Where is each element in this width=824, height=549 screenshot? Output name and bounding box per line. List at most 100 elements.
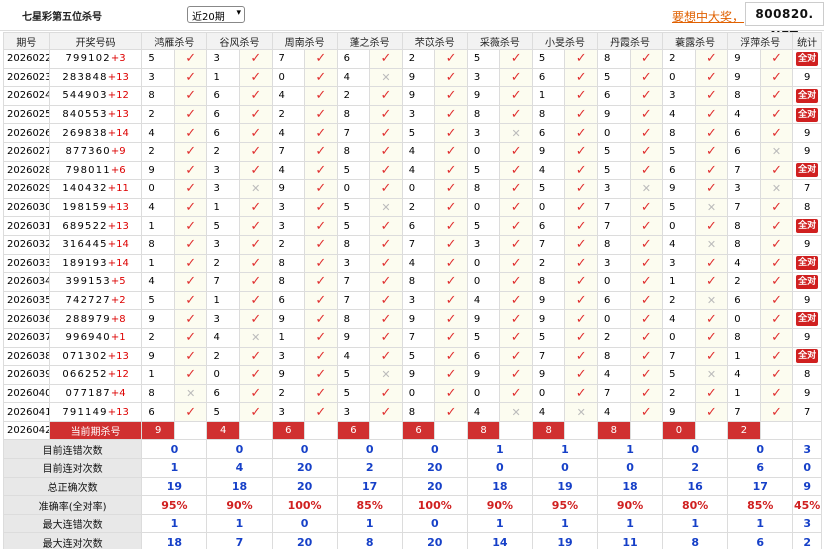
check-icon: ✓ <box>640 51 652 67</box>
kill-result-cell: ✓ <box>304 309 338 329</box>
period-cell: 2026031 <box>3 216 50 236</box>
stats-value: 3 <box>792 439 822 460</box>
kill-value-cell: 2 <box>531 253 566 274</box>
kill-value-cell: 0 <box>466 197 501 218</box>
kill-result-cell: ✓ <box>499 383 533 404</box>
kill-result-cell: ✓ <box>564 272 599 292</box>
kill-value-cell: 1 <box>141 216 175 236</box>
check-icon: ✓ <box>445 311 457 327</box>
check-icon: ✓ <box>705 88 717 104</box>
kill-value-cell: 2 <box>336 86 371 106</box>
current-kill-cell: 6 <box>336 420 371 441</box>
check-icon: ✓ <box>315 144 327 160</box>
kill-result-cell: ✓ <box>304 104 338 125</box>
check-icon: ✓ <box>771 367 782 383</box>
table-row: 2026036 288979+8 9 ✓ 3 ✓ 9 ✓ 8 ✓ 9 ✓ 9 ✓ 9 ✓ 0 ✓ 4 ✓ 0 ✓ 全对 <box>3 309 822 329</box>
kill-result-cell: ✓ <box>434 402 468 422</box>
check-icon: ✓ <box>640 162 652 178</box>
check-icon: ✓ <box>250 162 262 178</box>
kill-value-cell: 2 <box>271 234 306 255</box>
kill-value-cell: 4 <box>271 123 306 143</box>
period-select[interactable]: 近20期 ▾ <box>187 6 245 23</box>
stats-value: 20 <box>271 476 338 497</box>
kill-value-cell: 1 <box>662 272 696 292</box>
check-icon: ✓ <box>771 404 782 420</box>
check-icon: ✓ <box>575 88 587 104</box>
kill-result-cell: ✓ <box>434 216 468 236</box>
table-row: 2026034 399153+5 4 ✓ 7 ✓ 8 ✓ 7 ✓ 8 ✓ 0 ✓ 8 ✓ 0 ✓ 1 ✓ 2 ✓ 全对 <box>3 272 822 292</box>
kill-result-cell: ✓ <box>759 49 794 69</box>
draw-sum: +11 <box>107 183 129 195</box>
check-icon: ✓ <box>705 404 717 420</box>
kill-value-cell: 8 <box>662 123 696 143</box>
stats-value: 9 <box>792 476 822 497</box>
kill-value-cell: 5 <box>141 290 175 311</box>
stats-value: 16 <box>662 476 729 497</box>
kill-value-cell: 8 <box>727 216 761 236</box>
kill-result-cell: ✓ <box>434 160 468 181</box>
kill-result-cell: ✓ <box>499 104 533 125</box>
kill-result-cell: ✓ <box>173 253 208 274</box>
check-icon: ✓ <box>445 348 457 364</box>
table-row: 2026035 742727+2 5 ✓ 1 ✓ 6 ✓ 7 ✓ 3 ✓ 4 ✓ 9 ✓ 6 ✓ 2 ✕ 6 ✓ 9 <box>3 290 822 311</box>
check-icon: ✓ <box>510 255 522 271</box>
period-cell: 2026028 <box>3 160 50 181</box>
cross-icon: ✕ <box>771 182 782 196</box>
table-row: 2026039 066252+12 1 ✓ 0 ✓ 9 ✓ 5 ✕ 9 ✓ 9 ✓ 9 ✓ 4 ✓ 5 ✕ 4 ✓ 8 <box>3 365 822 385</box>
kill-result-cell: ✓ <box>694 67 729 88</box>
stats-value: 2 <box>792 532 822 549</box>
kill-result-cell: ✕ <box>759 179 794 199</box>
all-correct-badge: 全对 <box>796 274 819 289</box>
draw-number-cell: 798011+6 <box>48 160 143 181</box>
kill-result-cell: ✓ <box>369 272 403 292</box>
check-icon: ✓ <box>510 385 522 401</box>
check-icon: ✓ <box>705 162 717 178</box>
stats-value: 85% <box>727 495 794 515</box>
check-icon: ✓ <box>575 348 587 364</box>
kill-result-cell: ✓ <box>239 216 273 236</box>
kill-value-cell: 4 <box>662 309 696 329</box>
column-header: 期号 <box>3 32 50 50</box>
kill-value-cell: 6 <box>727 141 761 162</box>
kill-value-cell: 3 <box>206 160 240 181</box>
kill-result-cell: ✓ <box>499 290 533 311</box>
kill-result-cell: ✓ <box>239 290 273 311</box>
stats-label: 总正确次数 <box>2 476 143 497</box>
kill-result-cell: ✓ <box>434 365 468 385</box>
check-icon: ✓ <box>315 181 327 197</box>
all-correct-badge: 全对 <box>796 107 819 122</box>
kill-value-cell: 5 <box>597 141 631 162</box>
check-icon: ✓ <box>250 144 262 160</box>
kill-value-cell: 3 <box>336 402 371 422</box>
kill-result-cell: ✓ <box>239 272 273 292</box>
kill-result-cell: ✓ <box>434 234 468 255</box>
kill-value-cell: 1 <box>727 346 761 367</box>
check-icon: ✓ <box>705 274 717 290</box>
kill-value-cell: 8 <box>336 234 371 255</box>
check-icon: ✓ <box>185 255 197 271</box>
kill-result-cell: ✓ <box>369 179 403 199</box>
check-icon: ✓ <box>771 200 782 216</box>
cross-icon: ✕ <box>251 331 261 345</box>
kill-value-cell: 4 <box>401 253 436 274</box>
kill-value-cell: 0 <box>531 197 566 218</box>
kill-result-cell: ✓ <box>369 49 403 69</box>
check-icon: ✓ <box>185 125 197 141</box>
period-cell: 2026025 <box>3 104 50 125</box>
draw-sum: +13 <box>107 350 129 362</box>
kill-value-cell: 9 <box>401 365 436 385</box>
kill-result-cell: ✓ <box>759 365 794 385</box>
chevron-down-icon: ▾ <box>236 8 241 18</box>
current-kill-cell: 6 <box>401 420 436 441</box>
kill-result-cell: ✓ <box>564 123 599 143</box>
stats-value: 90% <box>206 495 273 515</box>
check-icon: ✓ <box>510 237 522 253</box>
cross-icon: ✕ <box>771 145 782 159</box>
period-cell: 2026029 <box>3 179 50 199</box>
stats-value: 0 <box>141 439 208 460</box>
stats-value: 1 <box>206 513 273 534</box>
check-icon: ✓ <box>575 311 587 327</box>
kill-result-cell: ✓ <box>629 346 664 367</box>
check-icon: ✓ <box>705 69 717 85</box>
promo-link[interactable]: 要想中大奖， <box>672 8 744 25</box>
